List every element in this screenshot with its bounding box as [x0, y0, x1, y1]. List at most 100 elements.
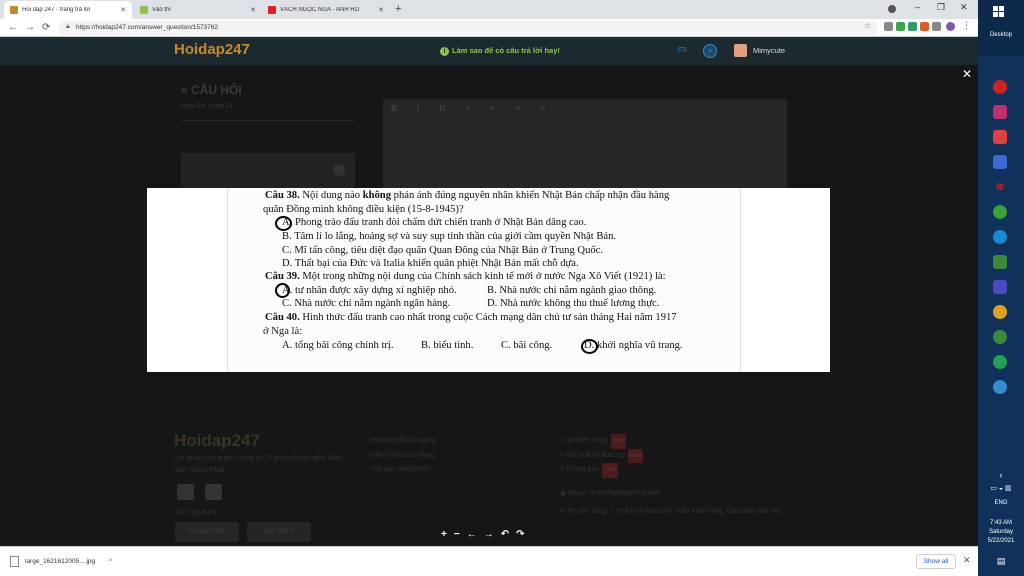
app-icon[interactable] [993, 130, 1007, 144]
answer-option: D. khởi nghĩa vũ trang. [584, 340, 683, 351]
new-badge: NEW [627, 448, 644, 463]
app-icon[interactable] [993, 255, 1007, 269]
app-icon[interactable] [993, 355, 1007, 369]
tab-strip: Hỏi đáp 247 - trang trả lời ✕ Vào thi ✕ … [0, 0, 978, 19]
close-downloads-button[interactable]: ✕ [963, 555, 971, 566]
app-icon[interactable] [993, 330, 1007, 344]
user-menu[interactable]: Mimycute [734, 44, 785, 57]
chrome-icon[interactable] [993, 305, 1007, 319]
tab-vao-thi[interactable]: Vào thi ✕ [134, 1, 262, 19]
footer-link[interactable]: Sự kiện nóng [566, 437, 608, 444]
opera-icon[interactable] [993, 80, 1007, 94]
profile-icon[interactable] [888, 5, 896, 13]
tab-title: VÁCH NGỌC NGÀ - ANH RỒ [280, 7, 360, 13]
tip-text: Làm sao để có câu trả lời hay! [452, 46, 560, 55]
footer-links-col1: » Hướng dẫn sử dụng » Điều khoản sử dụng… [366, 437, 436, 473]
question-label: Câu 40. [265, 312, 300, 323]
answer-option: B. Nhà nước chỉ nắm ngành giao thông. [487, 285, 657, 296]
restore-button[interactable]: ❐ [937, 2, 945, 13]
new-tab-button[interactable]: + [395, 3, 401, 15]
clock-date: 5/22/2021 [987, 538, 1015, 544]
url-text: https://hoidap247.com/answer_question/15… [76, 24, 219, 31]
rotate-right-icon[interactable]: ↷ [516, 529, 524, 540]
chat-icon[interactable]: ▭ [675, 44, 689, 58]
footer-link[interactable]: Điều khoản sử dụng [372, 452, 435, 459]
clock-time[interactable]: 7:43 AM [978, 520, 1024, 526]
notification-icon[interactable]: ▤ [978, 556, 1024, 567]
footer-link[interactable]: Hướng dẫn sử dụng [372, 437, 435, 444]
youtube-icon[interactable] [205, 484, 222, 500]
address-bar[interactable]: https://hoidap247.com/answer_question/15… [58, 21, 878, 35]
close-tab-icon[interactable]: ✕ [120, 6, 126, 14]
bell-icon[interactable]: • [703, 44, 717, 58]
close-tab-icon[interactable]: ✕ [250, 6, 256, 14]
tab-youtube[interactable]: VÁCH NGỌC NGÀ - ANH RỒ ✕ [262, 1, 390, 19]
tip-link[interactable]: i Làm sao để có câu trả lời hay! [440, 46, 560, 56]
question-39: Câu 39. Một trong những nội dung của Chí… [265, 271, 666, 282]
app-icon[interactable] [993, 280, 1007, 294]
minimize-button[interactable]: – [915, 2, 920, 12]
next-icon[interactable]: → [484, 529, 494, 540]
skype-icon[interactable] [993, 230, 1007, 244]
app-icon[interactable] [993, 205, 1007, 219]
zoom-in-icon[interactable]: + [441, 529, 447, 540]
question-38: Câu 38. Nội dung nào không phản ánh đúng… [265, 190, 669, 201]
answer-option: B. Tâm lí lo lắng, hoảng sợ và suy sụp t… [282, 231, 617, 242]
answer-editor[interactable]: B I U ≡ ≡ ≡ ≡ [383, 99, 787, 189]
app-icon[interactable] [993, 380, 1007, 394]
footer-inbox[interactable]: ◉ Inbox: m.me/hoidap247online [560, 487, 660, 502]
site-logo[interactable]: Hoidap247 [174, 41, 250, 58]
back-button[interactable]: ← [8, 22, 18, 33]
answer-option: A. tổng bãi công chính trị. [282, 340, 394, 351]
app-icon[interactable] [993, 155, 1007, 169]
facebook-icon[interactable] [177, 484, 194, 500]
forward-button[interactable]: → [25, 22, 35, 33]
extension-icon[interactable] [908, 22, 917, 31]
clock-day: Saturday [988, 529, 1013, 535]
tray-icons[interactable]: ▭ ◒ ▥ [978, 484, 1024, 492]
app-store-button[interactable]: App Store [247, 522, 311, 542]
extension-icon[interactable] [896, 22, 905, 31]
footer-link[interactable]: Nội quy hoidap247 [372, 466, 430, 473]
close-tab-icon[interactable]: ✕ [378, 6, 384, 14]
reload-button[interactable]: ⟳ [42, 22, 50, 33]
language-indicator[interactable]: ENG [978, 500, 1024, 506]
footer-link[interactable]: Thông báo [566, 466, 599, 473]
app-icon[interactable] [993, 105, 1007, 119]
panel-icon [333, 164, 345, 176]
avatar [734, 44, 747, 57]
chevron-up-icon[interactable]: ^ [109, 558, 112, 565]
extension-icon[interactable] [884, 22, 893, 31]
prev-icon[interactable]: ← [467, 529, 477, 540]
answer-option: A. Phong trào đấu tranh đòi chấm dứt chi… [282, 217, 587, 228]
viewer-close-button[interactable]: ✕ [962, 67, 972, 81]
wifi-icon[interactable]: ≋ [993, 180, 1007, 194]
menu-icon[interactable]: ⋮ [962, 20, 971, 30]
tab-hoidap[interactable]: Hỏi đáp 247 - trang trả lời ✕ [4, 1, 132, 19]
question-text: ở Nga là: [263, 326, 303, 337]
show-all-button[interactable]: Show all [916, 554, 956, 569]
lock-icon[interactable]: 🔒︎ [66, 23, 70, 31]
footer-link[interactable]: Kết quả thi đua top [566, 452, 625, 459]
answer-option: B. biểu tình. [421, 340, 474, 351]
extension-icon[interactable] [920, 22, 929, 31]
hoidap-favicon-icon [10, 6, 18, 14]
chevron-left-icon[interactable]: ‹ [978, 470, 1024, 480]
zoom-out-icon[interactable]: − [454, 529, 460, 540]
windows-start-icon[interactable] [993, 6, 1005, 18]
question-label: Câu 38. [265, 190, 300, 201]
extension-icon[interactable] [932, 22, 941, 31]
download-filename: large_1621612005....jpg [25, 558, 96, 565]
avatar[interactable] [946, 22, 955, 31]
rotate-left-icon[interactable]: ↶ [501, 529, 509, 540]
download-item[interactable]: large_1621612005....jpg ^ [10, 556, 112, 567]
info-icon: i [440, 47, 449, 56]
desktop-label[interactable]: Desktop [978, 32, 1024, 38]
question-text: quân Đồng minh không điều kiện (15-8-194… [263, 204, 464, 215]
browser-toolbar: ← → ⟳ https://hoidap247.com/answer_quest… [0, 19, 978, 37]
answer-circle-mark [581, 339, 598, 354]
image-viewer[interactable]: Câu 38. Nội dung nào không phản ánh đúng… [147, 188, 830, 372]
star-icon[interactable]: ☆ [864, 21, 873, 30]
close-window-button[interactable]: ✕ [960, 2, 968, 13]
google-play-button[interactable]: Google Play [175, 522, 239, 542]
